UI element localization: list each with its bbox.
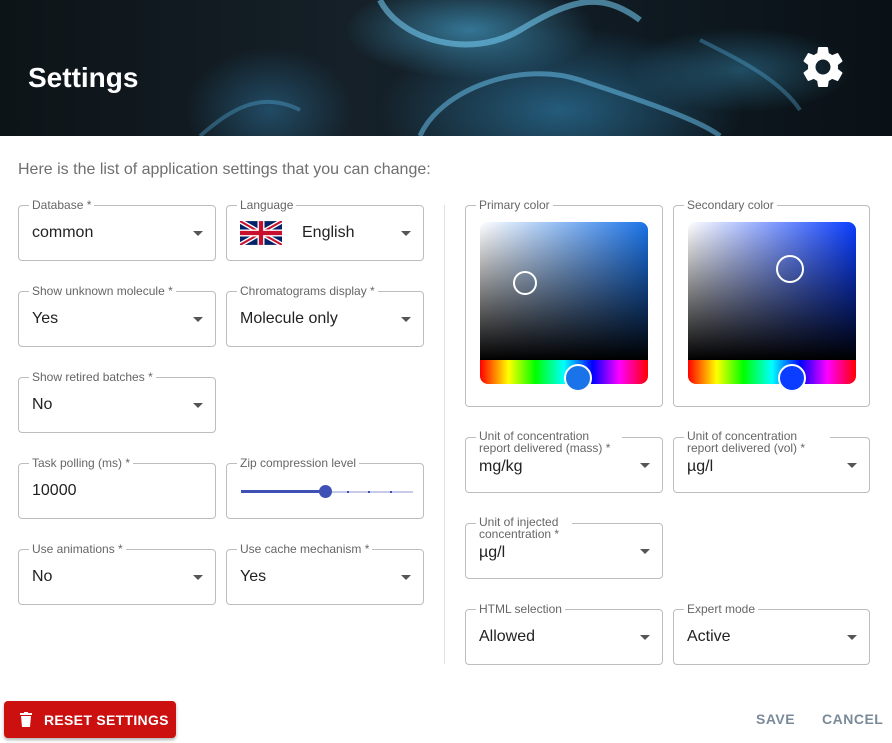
chevron-down-icon <box>193 317 203 322</box>
use-animations-label: Use animations * <box>29 542 126 556</box>
show-retired-batches-label: Show retired batches * <box>29 370 156 384</box>
zip-compression-label: Zip compression level <box>237 456 360 470</box>
primary-color-area[interactable] <box>480 222 648 392</box>
task-polling-field[interactable]: Task polling (ms) * 10000 <box>18 456 216 519</box>
hue-handle[interactable] <box>564 364 592 392</box>
use-cache-value: Yes <box>240 568 267 585</box>
saturation-value-area[interactable] <box>480 222 648 360</box>
chromatograms-display-value: Molecule only <box>240 310 338 327</box>
use-animations-select[interactable]: Use animations * No <box>18 542 216 605</box>
task-polling-label: Task polling (ms) * <box>29 456 134 470</box>
secondary-color-picker[interactable]: Secondary color <box>673 198 870 407</box>
slider-thumb[interactable] <box>319 485 332 498</box>
html-selection-label: HTML selection <box>476 602 565 616</box>
settings-header: Settings <box>0 0 892 136</box>
primary-color-label: Primary color <box>476 198 553 212</box>
unit-injected-label: Unit of injected concentration * <box>476 516 572 540</box>
chevron-down-icon <box>401 575 411 580</box>
cancel-button[interactable]: CANCEL <box>822 711 883 727</box>
uk-flag-icon <box>240 221 282 245</box>
expert-mode-label: Expert mode <box>684 602 759 616</box>
unit-injected-value: µg/l <box>479 544 506 561</box>
color-handle[interactable] <box>513 271 537 295</box>
column-divider <box>444 205 445 664</box>
trash-icon <box>20 712 32 727</box>
page-title: Settings <box>28 62 139 93</box>
unit-vol-label: Unit of concentration report delivered (… <box>684 430 830 454</box>
unit-injected-select[interactable]: Unit of injected concentration * µg/l <box>465 516 663 579</box>
intro-text: Here is the list of application settings… <box>18 161 431 178</box>
slider-tick <box>304 491 306 493</box>
primary-color-picker[interactable]: Primary color <box>465 198 663 407</box>
hue-handle[interactable] <box>778 364 806 392</box>
show-unknown-molecule-select[interactable]: Show unknown molecule * Yes <box>18 284 216 347</box>
gear-icon[interactable] <box>798 42 848 92</box>
zip-compression-slider[interactable]: Zip compression level <box>226 456 424 519</box>
database-select[interactable]: Database * common <box>18 198 216 261</box>
slider-tick <box>390 491 392 493</box>
chevron-down-icon <box>193 403 203 408</box>
database-value: common <box>32 224 94 241</box>
language-select[interactable]: Language English <box>226 198 424 261</box>
chevron-down-icon <box>847 635 857 640</box>
reset-settings-label: RESET SETTINGS <box>44 712 169 728</box>
chevron-down-icon <box>640 549 650 554</box>
secondary-color-label: Secondary color <box>684 198 777 212</box>
show-retired-batches-select[interactable]: Show retired batches * No <box>18 370 216 433</box>
chromatograms-display-select[interactable]: Chromatograms display * Molecule only <box>226 284 424 347</box>
use-cache-select[interactable]: Use cache mechanism * Yes <box>226 542 424 605</box>
unit-mass-select[interactable]: Unit of concentration report delivered (… <box>465 430 663 493</box>
expert-mode-value: Active <box>687 628 731 645</box>
saturation-value-area[interactable] <box>688 222 856 360</box>
show-unknown-molecule-value: Yes <box>32 310 59 327</box>
slider-tick <box>283 491 285 493</box>
unit-vol-value: µg/l <box>687 458 714 475</box>
chevron-down-icon <box>640 463 650 468</box>
html-selection-value: Allowed <box>479 628 536 645</box>
language-value: English <box>302 224 355 241</box>
slider-tick <box>368 491 370 493</box>
use-cache-label: Use cache mechanism * <box>237 542 373 556</box>
secondary-color-area[interactable] <box>688 222 856 392</box>
save-button[interactable]: SAVE <box>756 711 795 727</box>
show-unknown-molecule-label: Show unknown molecule * <box>29 284 176 298</box>
chevron-down-icon <box>193 575 203 580</box>
color-handle[interactable] <box>776 255 804 283</box>
chevron-down-icon <box>847 463 857 468</box>
chevron-down-icon <box>193 231 203 236</box>
use-animations-value: No <box>32 568 53 585</box>
hue-slider[interactable] <box>688 360 856 384</box>
chevron-down-icon <box>401 231 411 236</box>
show-retired-batches-value: No <box>32 396 53 413</box>
reset-settings-button[interactable]: RESET SETTINGS <box>4 701 176 738</box>
chromatograms-display-label: Chromatograms display * <box>237 284 378 298</box>
expert-mode-select[interactable]: Expert mode Active <box>673 602 870 665</box>
chevron-down-icon <box>401 317 411 322</box>
language-label: Language <box>237 198 297 212</box>
slider-tick <box>347 491 349 493</box>
unit-vol-select[interactable]: Unit of concentration report delivered (… <box>673 430 870 493</box>
database-label: Database * <box>29 198 95 212</box>
unit-mass-value: mg/kg <box>479 458 523 475</box>
slider-tick <box>262 491 264 493</box>
unit-mass-label: Unit of concentration report delivered (… <box>476 430 622 454</box>
chevron-down-icon <box>640 635 650 640</box>
html-selection-select[interactable]: HTML selection Allowed <box>465 602 663 665</box>
task-polling-value[interactable]: 10000 <box>32 482 77 500</box>
